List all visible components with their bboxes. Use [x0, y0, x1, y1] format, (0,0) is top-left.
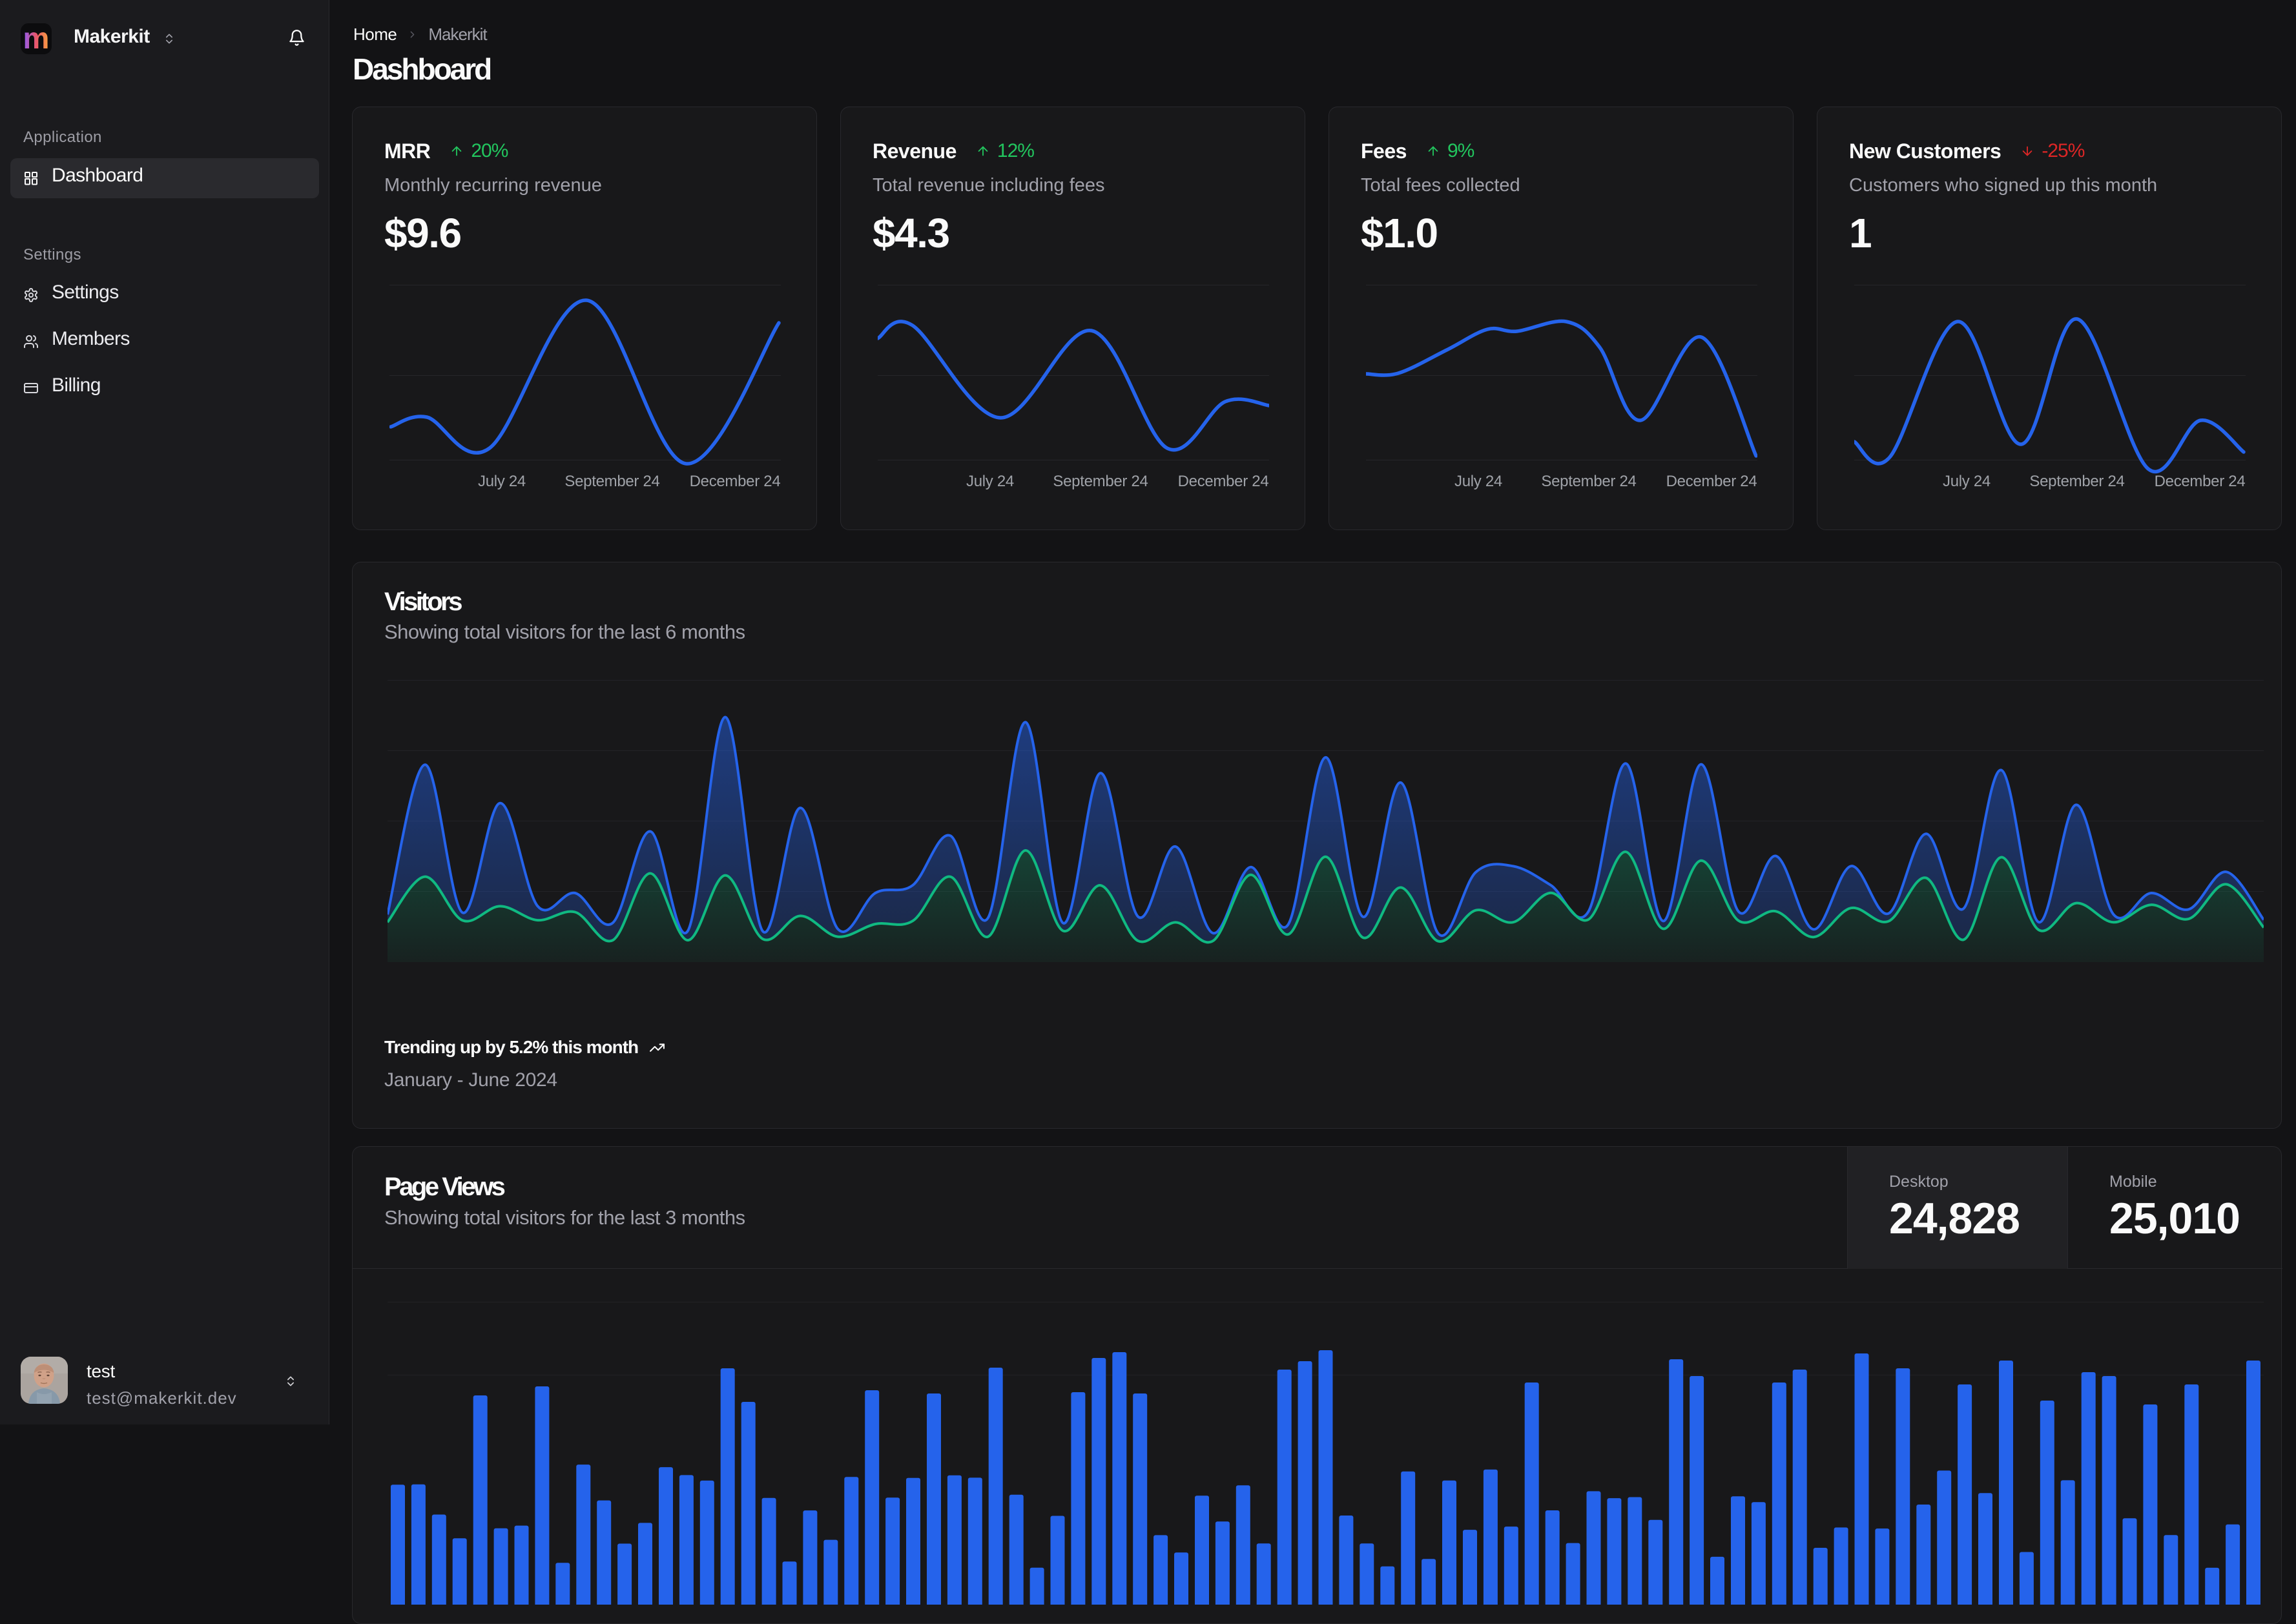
svg-text:m: m — [23, 23, 50, 54]
